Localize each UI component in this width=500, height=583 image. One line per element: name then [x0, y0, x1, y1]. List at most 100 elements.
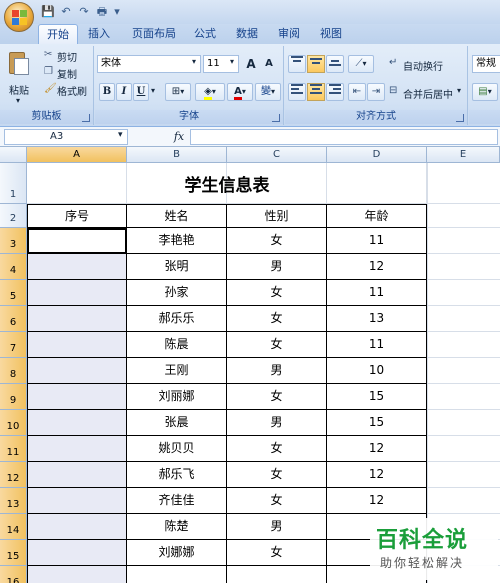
table-cell[interactable]: 女	[227, 228, 327, 254]
table-cell[interactable]: 张晨	[127, 410, 227, 436]
table-cell[interactable]	[227, 566, 327, 583]
clipboard-launcher-icon[interactable]	[82, 114, 90, 122]
table-cell[interactable]: 陈晨	[127, 332, 227, 358]
format-painter-button[interactable]: 格式刷	[57, 83, 87, 98]
fill-color-button[interactable]: ◈▾	[195, 83, 225, 101]
table-cell[interactable]: 11	[327, 332, 427, 358]
table-cell[interactable]: 孙家	[127, 280, 227, 306]
column-header-b[interactable]: B	[127, 147, 227, 163]
tab-page-layout[interactable]: 页面布局	[126, 24, 182, 44]
table-cell[interactable]: 女	[227, 280, 327, 306]
cut-icon[interactable]: ✂	[44, 49, 52, 60]
table-cell[interactable]: 11	[327, 228, 427, 254]
table-cell[interactable]: 12	[327, 462, 427, 488]
align-middle-button[interactable]	[307, 55, 325, 73]
orientation-button[interactable]: ⟋▾	[348, 55, 374, 73]
alignment-launcher-icon[interactable]	[456, 114, 464, 122]
row-header-2[interactable]: 2	[0, 204, 27, 228]
row-header-14[interactable]: 14	[0, 514, 27, 540]
table-cell[interactable]: 女	[227, 462, 327, 488]
table-cell[interactable]: 13	[327, 306, 427, 332]
row-header-5[interactable]: 5	[0, 280, 27, 306]
tab-review[interactable]: 审阅	[274, 24, 304, 44]
table-cell[interactable]: 女	[227, 540, 327, 566]
table-cell[interactable]: 10	[327, 358, 427, 384]
table-cell[interactable]: 15	[327, 384, 427, 410]
paste-icon[interactable]	[8, 50, 30, 76]
column-header-e[interactable]: E	[427, 147, 500, 163]
accounting-format-button[interactable]: ▤▾	[472, 83, 498, 101]
table-cell[interactable]: 男	[227, 410, 327, 436]
paste-dropdown-icon[interactable]: ▾	[16, 96, 20, 105]
wrap-text-icon[interactable]: ↵	[389, 57, 397, 68]
column-header-a[interactable]: A	[27, 147, 127, 163]
print-preview-icon[interactable]: 🖶	[94, 4, 110, 20]
table-cell[interactable]: 郝乐乐	[127, 306, 227, 332]
index-cell[interactable]	[27, 254, 127, 280]
formula-input[interactable]	[190, 129, 498, 145]
font-name-dropdown-icon[interactable]: ▾	[192, 57, 196, 66]
active-cell-a3[interactable]	[27, 228, 127, 254]
number-format-select[interactable]: 常规	[472, 55, 500, 73]
format-painter-icon[interactable]: 🖌	[44, 83, 57, 94]
save-icon[interactable]: 💾	[40, 4, 56, 20]
increase-indent-button[interactable]: ⇥	[367, 83, 385, 101]
table-cell[interactable]: 王刚	[127, 358, 227, 384]
table-cell[interactable]: 12	[327, 254, 427, 280]
row-header-12[interactable]: 12	[0, 462, 27, 488]
merge-center-icon[interactable]: ⊟	[389, 85, 397, 96]
font-name-select[interactable]: 宋体	[97, 55, 201, 73]
table-cell[interactable]: 女	[227, 384, 327, 410]
table-cell[interactable]: 刘娜娜	[127, 540, 227, 566]
name-box[interactable]: A3	[4, 129, 128, 145]
table-cell[interactable]: 15	[327, 410, 427, 436]
copy-button[interactable]: 复制	[57, 66, 77, 81]
table-cell[interactable]: 11	[327, 280, 427, 306]
table-cell[interactable]: 女	[227, 436, 327, 462]
underline-button[interactable]: U	[133, 83, 149, 101]
table-cell[interactable]: 李艳艳	[127, 228, 227, 254]
row-header-1[interactable]: 1	[0, 163, 27, 204]
row-header-8[interactable]: 8	[0, 358, 27, 384]
index-cell[interactable]	[27, 306, 127, 332]
index-cell[interactable]	[27, 332, 127, 358]
row-header-9[interactable]: 9	[0, 384, 27, 410]
index-cell[interactable]	[27, 514, 127, 540]
table-cell[interactable]: 齐佳佳	[127, 488, 227, 514]
grow-font-button[interactable]: A	[243, 55, 259, 73]
table-cell[interactable]: 姚贝贝	[127, 436, 227, 462]
index-cell[interactable]	[27, 436, 127, 462]
row-header-6[interactable]: 6	[0, 306, 27, 332]
font-color-button[interactable]: A▾	[227, 83, 253, 101]
column-header-c[interactable]: C	[227, 147, 327, 163]
table-header-cell[interactable]: 性别	[227, 204, 327, 228]
borders-button[interactable]: ⊞▾	[165, 83, 191, 101]
decrease-indent-button[interactable]: ⇤	[348, 83, 366, 101]
row-header-3[interactable]: 3	[0, 228, 27, 254]
table-cell[interactable]	[127, 566, 227, 583]
row-header-7[interactable]: 7	[0, 332, 27, 358]
italic-button[interactable]: I	[116, 83, 132, 101]
table-cell[interactable]: 女	[227, 332, 327, 358]
align-top-button[interactable]	[288, 55, 306, 73]
column-header-d[interactable]: D	[327, 147, 427, 163]
row-header-16[interactable]: 16	[0, 566, 27, 583]
align-left-button[interactable]	[288, 83, 306, 101]
redo-icon[interactable]: ↷	[76, 4, 92, 20]
index-cell[interactable]	[27, 410, 127, 436]
align-right-button[interactable]	[326, 83, 344, 101]
table-header-cell[interactable]: 姓名	[127, 204, 227, 228]
align-bottom-button[interactable]	[326, 55, 344, 73]
index-cell[interactable]	[27, 566, 127, 583]
office-button[interactable]	[4, 2, 34, 32]
underline-dropdown-icon[interactable]: ▾	[151, 86, 155, 95]
tab-data[interactable]: 数据	[232, 24, 262, 44]
table-cell[interactable]: 12	[327, 488, 427, 514]
table-cell[interactable]: 张明	[127, 254, 227, 280]
index-cell[interactable]	[27, 540, 127, 566]
undo-icon[interactable]: ↶	[58, 4, 74, 20]
index-cell[interactable]	[27, 280, 127, 306]
shrink-font-button[interactable]: A	[261, 55, 277, 73]
table-header-cell[interactable]: 序号	[27, 204, 127, 228]
insert-function-button[interactable]: fx	[170, 129, 188, 145]
